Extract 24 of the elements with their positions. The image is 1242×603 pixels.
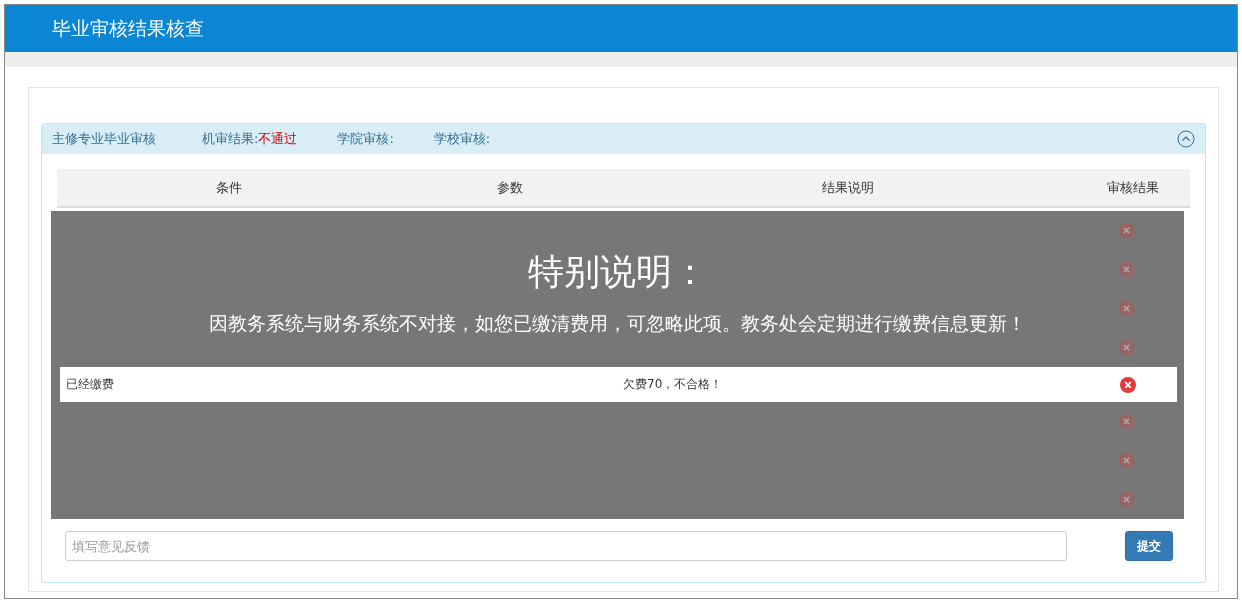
- error-icon: [1119, 414, 1134, 429]
- error-icon: [1119, 223, 1134, 238]
- table-cell-text: 欠费70，不合格！: [623, 376, 724, 393]
- feedback-field[interactable]: 填写意见反馈: [65, 531, 1067, 561]
- table-cell-text: 已经缴费: [65, 376, 115, 393]
- error-icon: [1119, 340, 1134, 355]
- college-review-label: 学院审核:: [337, 130, 394, 148]
- page-title: 毕业审核结果核查: [52, 15, 204, 41]
- submit-button[interactable]: 提交: [1125, 531, 1173, 561]
- column-header: 条件: [214, 178, 243, 197]
- notice-message: 因教务系统与财务系统不对接，如您已缴清费用，可忽略此项。教务处会定期进行缴费信息更新！: [209, 312, 1026, 336]
- machine-review-value: 不通过: [258, 130, 298, 148]
- column-header: 参数: [496, 178, 524, 197]
- notice-title: 特别说明：: [527, 250, 708, 294]
- panel-title: 主修专业毕业审核: [52, 130, 156, 148]
- error-icon: [1119, 492, 1134, 507]
- error-icon: [1119, 301, 1134, 316]
- school-review-label: 学校审核:: [433, 130, 491, 148]
- collapse-icon[interactable]: [1177, 130, 1195, 148]
- error-icon: [1119, 453, 1134, 468]
- column-header: 审核结果: [1105, 178, 1160, 197]
- column-header: 结果说明: [820, 178, 875, 197]
- machine-review-label: 机审结果:: [202, 130, 259, 148]
- error-icon: [1119, 262, 1134, 277]
